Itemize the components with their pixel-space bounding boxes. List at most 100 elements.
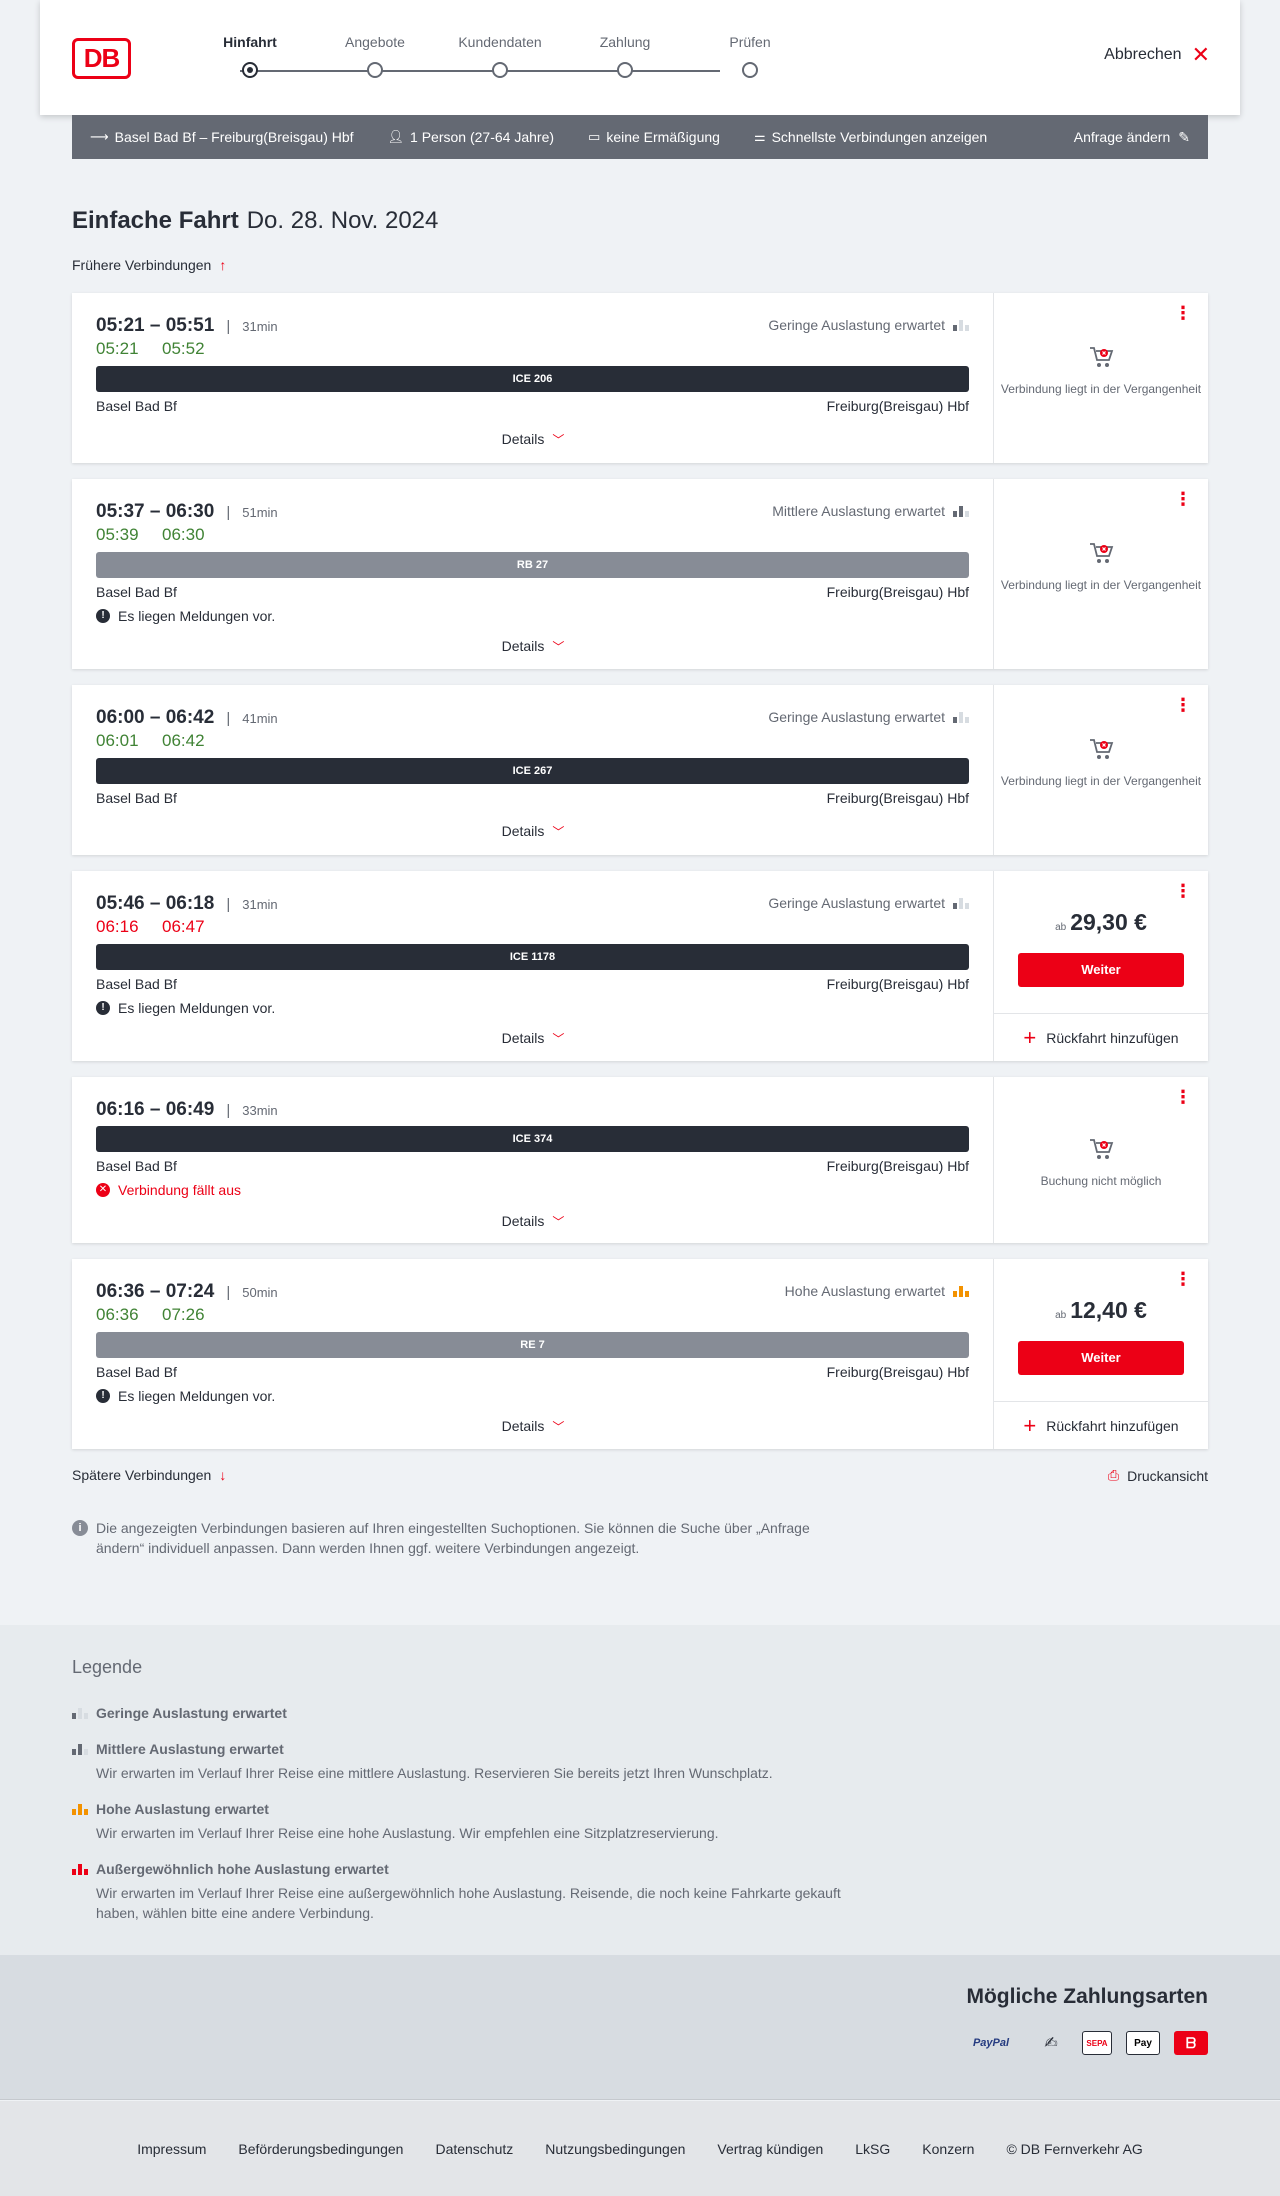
fastest-toggle[interactable]: ⚌ Schnellste Verbindungen anzeigen [754, 129, 987, 145]
payment-icons: PayPal ✍ SEPA Pay ᗷ [962, 2031, 1208, 2055]
add-return-button[interactable]: + Rückfahrt hinzufügen [994, 1013, 1208, 1061]
footer-link-konzern[interactable]: Konzern [922, 2141, 974, 2157]
sepa-icon: SEPA [1082, 2031, 1112, 2055]
realtime-departure: 06:36 [96, 1305, 139, 1324]
add-return-button[interactable]: + Rückfahrt hinzufügen [994, 1401, 1208, 1449]
duration: 41min [242, 710, 278, 726]
edit-label: Anfrage ändern [1073, 129, 1171, 145]
unavailable-text: Buchung nicht möglich [1040, 1174, 1162, 1188]
load-text: Hohe Auslastung erwartet [784, 1283, 945, 1299]
legend-item: Geringe Auslastung erwartet [72, 1705, 852, 1721]
print-view-link[interactable]: ⎙ Druckansicht [1108, 1467, 1208, 1484]
realtime-arrival: 06:47 [162, 917, 205, 936]
footer-link-vertrag-kuendigen[interactable]: Vertrag kündigen [717, 2141, 823, 2157]
train-bar[interactable]: RE 7 [96, 1332, 969, 1358]
load-low-icon [72, 1707, 88, 1719]
past-notice: Verbindung liegt in der Vergangenheit [994, 345, 1208, 397]
price-value: 12,40 € [1070, 1297, 1147, 1323]
train-bar[interactable]: ICE 206 [96, 366, 969, 392]
more-options-icon[interactable]: ⋮ [1174, 304, 1192, 322]
past-notice: Verbindung liegt in der Vergangenheit [994, 541, 1208, 593]
page-title: Einfache Fahrt Do. 28. Nov. 2024 [72, 207, 438, 235]
footer-link-impressum[interactable]: Impressum [137, 2141, 206, 2157]
later-label: Spätere Verbindungen [72, 1467, 212, 1483]
close-icon: ✕ [1191, 42, 1210, 67]
origin-station: Basel Bad Bf [96, 398, 177, 414]
load-low-icon [953, 319, 969, 331]
price-prefix: ab [1055, 922, 1067, 933]
more-options-icon[interactable]: ⋮ [1174, 1270, 1192, 1288]
plus-icon: + [1023, 1024, 1037, 1050]
continue-button[interactable]: Weiter [1018, 953, 1184, 987]
price-prefix: ab [1055, 1310, 1067, 1321]
details-label: Details [501, 823, 545, 839]
footer-link-befoerderungsbedingungen[interactable]: Beförderungsbedingungen [238, 2141, 403, 2157]
step-dot [742, 62, 758, 78]
divider: | [226, 1283, 231, 1301]
details-toggle[interactable]: Details ﹀ [72, 638, 994, 655]
person-icon: 👤︎ [387, 129, 405, 144]
footer-link-datenschutz[interactable]: Datenschutz [435, 2141, 513, 2157]
discount-summary[interactable]: ▭ keine Ermäßigung [588, 129, 720, 145]
more-options-icon[interactable]: ⋮ [1174, 696, 1192, 714]
train-bar[interactable]: RB 27 [96, 552, 969, 578]
step-dot-active [242, 62, 258, 78]
printer-icon: ⎙ [1107, 1467, 1120, 1483]
duration: 31min [242, 896, 278, 912]
legend-item-title: Hohe Auslastung erwartet [96, 1801, 269, 1817]
planned-time: 06:36 – 07:24 [96, 1281, 215, 1302]
cancel-button[interactable]: Abbrechen ✕ [1104, 42, 1210, 67]
arrow-right-icon: ⟶ [90, 129, 109, 144]
step-hinfahrt: Hinfahrt [190, 34, 310, 78]
connection-main: 06:36 – 07:24 | 50min 06:36 07:26 Hohe Ausl… [72, 1259, 994, 1449]
more-options-icon[interactable]: ⋮ [1174, 490, 1192, 508]
earlier-connections-link[interactable]: Frühere Verbindungen ↑ [72, 257, 226, 273]
edit-request-button[interactable]: Anfrage ändern ✎ [1074, 129, 1190, 146]
step-label: Zahlung [599, 34, 651, 50]
step-zahlung: Zahlung [565, 34, 685, 78]
divider: | [226, 709, 231, 727]
load-high-icon [953, 1285, 969, 1297]
more-options-icon[interactable]: ⋮ [1174, 882, 1192, 900]
cart-icon [1090, 1139, 1114, 1159]
step-label: Angebote [345, 34, 405, 50]
footer-link-lksg[interactable]: LkSG [855, 2141, 890, 2157]
realtime-arrival: 06:42 [162, 731, 205, 750]
destination-station: Freiburg(Breisgau) Hbf [826, 1364, 969, 1380]
load-medium-icon [72, 1743, 88, 1755]
details-toggle[interactable]: Details ﹀ [72, 431, 994, 448]
details-toggle[interactable]: Details ﹀ [72, 1418, 994, 1435]
past-text: Verbindung liegt in der Vergangenheit [1000, 774, 1202, 788]
cart-icon [1090, 739, 1114, 759]
details-toggle[interactable]: Details ﹀ [72, 1213, 994, 1230]
offer-panel: ⋮ ab 12,40 € Weiter + Rückfahrt hinzufügen [994, 1259, 1208, 1449]
card-icon: ▭ [588, 129, 601, 144]
alert-icon: ! [96, 1001, 110, 1015]
realtime-departure: 05:21 [96, 339, 139, 358]
trip-date: Do. 28. Nov. 2024 [246, 207, 439, 234]
connection-main: 06:00 – 06:42 | 41min 06:01 06:42 Geringe A… [72, 685, 994, 855]
route-summary[interactable]: ⟶ Basel Bad Bf – Freiburg(Breisgau) Hbf [90, 129, 354, 145]
payment-title: Mögliche Zahlungsarten [966, 1985, 1208, 2008]
continue-button[interactable]: Weiter [1018, 1341, 1184, 1375]
train-bar[interactable]: ICE 267 [96, 758, 969, 784]
apple-pay-icon: Pay [1126, 2031, 1160, 2055]
later-connections-link[interactable]: Spätere Verbindungen ↓ [72, 1467, 226, 1483]
traveller-summary[interactable]: 👤︎ 1 Person (27-64 Jahre) [388, 129, 554, 145]
footer-link-nutzungsbedingungen[interactable]: Nutzungsbedingungen [545, 2141, 685, 2157]
connection-main: 06:16 – 06:49 | 33min ICE 374 Basel Bad Bf… [72, 1077, 994, 1243]
db-logo[interactable]: DB [72, 38, 131, 79]
legend-item: Mittlere Auslastung erwartet Wir erwarte… [72, 1741, 852, 1783]
load-text: Geringe Auslastung erwartet [768, 895, 945, 911]
details-label: Details [501, 1418, 545, 1434]
arrow-up-icon: ↑ [219, 257, 227, 273]
destination-station: Freiburg(Breisgau) Hbf [826, 1158, 969, 1174]
train-bar[interactable]: ICE 374 [96, 1126, 969, 1152]
planned-times: 06:16 – 06:49 | 33min [96, 1099, 278, 1121]
origin-station: Basel Bad Bf [96, 790, 177, 806]
train-bar[interactable]: ICE 1178 [96, 944, 969, 970]
details-toggle[interactable]: Details ﹀ [72, 823, 994, 840]
details-toggle[interactable]: Details ﹀ [72, 1030, 994, 1047]
chevron-down-icon: ﹀ [552, 1032, 565, 1046]
more-options-icon[interactable]: ⋮ [1174, 1088, 1192, 1106]
